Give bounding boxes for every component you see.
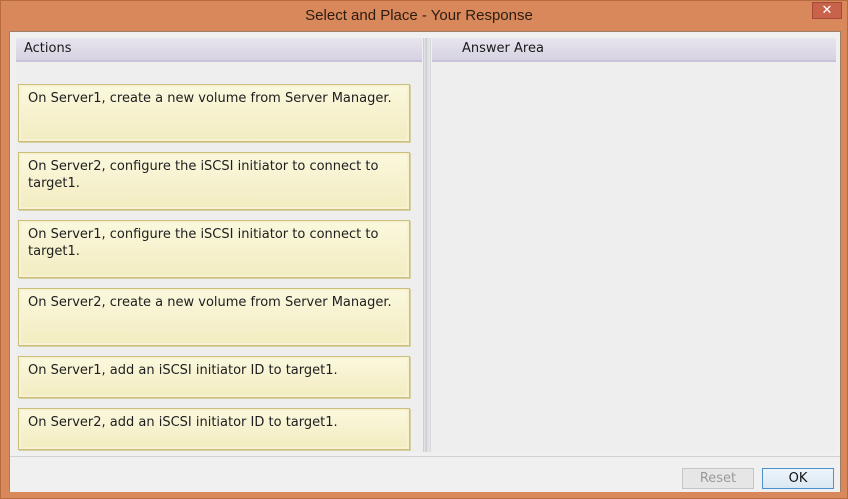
panel-divider [423, 38, 431, 452]
actions-panel: Actions On Server1, create a new volume … [16, 38, 422, 452]
answer-panel[interactable]: Answer Area [432, 38, 836, 452]
dialog-footer: Reset OK [10, 456, 840, 492]
select-and-place-area: Actions On Server1, create a new volume … [16, 38, 836, 452]
ok-button[interactable]: OK [762, 468, 834, 489]
dialog-content: Actions On Server1, create a new volume … [9, 31, 841, 492]
action-item[interactable]: On Server2, configure the iSCSI initiato… [18, 152, 410, 210]
answer-header: Answer Area [432, 38, 836, 62]
action-item[interactable]: On Server1, add an iSCSI initiator ID to… [18, 356, 410, 398]
dialog-window: Select and Place - Your Response ✕ Actio… [0, 0, 848, 499]
action-item[interactable]: On Server1, configure the iSCSI initiato… [18, 220, 410, 278]
actions-header: Actions [16, 38, 422, 62]
action-item[interactable]: On Server1, create a new volume from Ser… [18, 84, 410, 142]
reset-button[interactable]: Reset [682, 468, 754, 489]
close-button[interactable]: ✕ [812, 2, 842, 19]
title-bar[interactable]: Select and Place - Your Response ✕ [1, 1, 847, 29]
action-item[interactable]: On Server2, add an iSCSI initiator ID to… [18, 408, 410, 450]
window-title: Select and Place - Your Response [305, 6, 533, 24]
action-item[interactable]: On Server2, create a new volume from Ser… [18, 288, 410, 346]
close-icon: ✕ [821, 3, 833, 18]
